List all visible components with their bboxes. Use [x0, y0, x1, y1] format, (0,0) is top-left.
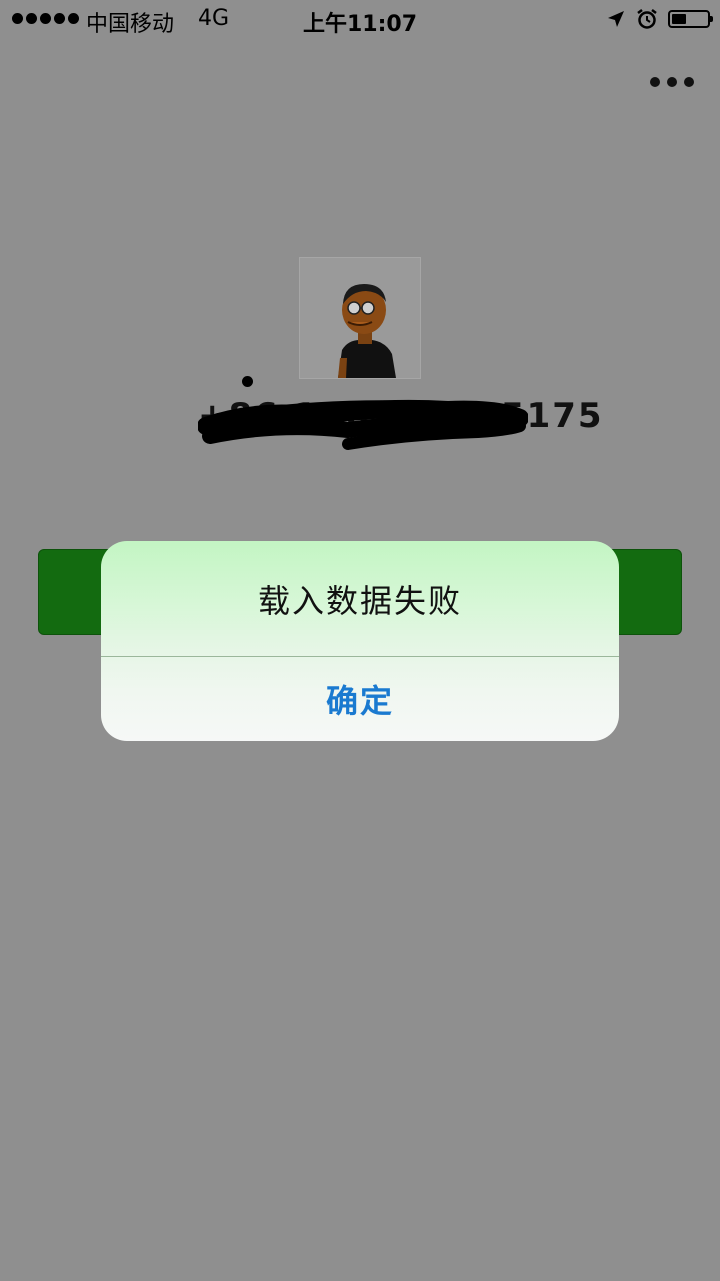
status-bar: 中国移动 4G 上午11:07 — [0, 0, 720, 40]
avatar[interactable] — [299, 257, 421, 379]
alert-dialog: 载入数据失败 确定 — [101, 541, 619, 741]
alarm-clock-icon — [636, 8, 658, 30]
more-dot — [684, 77, 694, 87]
cartoon-avatar-image — [338, 284, 396, 378]
more-options-button[interactable] — [650, 72, 694, 92]
dialog-title: 载入数据失败 — [257, 581, 462, 620]
dot-mark — [242, 376, 253, 387]
battery-icon — [668, 10, 713, 28]
location-arrow-icon — [606, 9, 626, 29]
status-icons — [606, 8, 713, 30]
confirm-button[interactable]: 确定 — [101, 657, 619, 741]
redaction-scribble — [198, 399, 528, 450]
more-dots-icon — [650, 77, 660, 87]
more-dot — [667, 77, 677, 87]
phone-number: +86 156 1326 5175 — [198, 396, 602, 458]
